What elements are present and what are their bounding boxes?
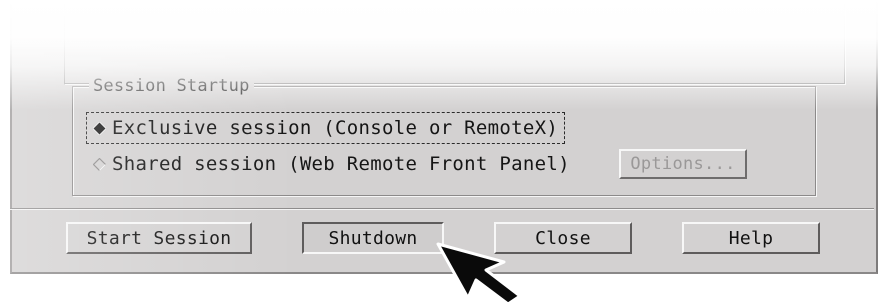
shutdown-button[interactable]: Shutdown xyxy=(302,222,444,254)
start-session-button[interactable]: Start Session xyxy=(66,222,252,254)
shared-session-radio[interactable]: Shared session (Web Remote Front Panel) xyxy=(87,149,570,179)
arrow-cursor-icon xyxy=(436,242,522,304)
session-startup-title: Session Startup xyxy=(89,76,254,96)
exclusive-session-radio[interactable]: Exclusive session (Console or RemoteX) xyxy=(85,112,566,144)
exclusive-session-label: Exclusive session (Console or RemoteX) xyxy=(112,117,559,139)
unselected-radio-icon xyxy=(93,157,106,171)
selected-radio-icon xyxy=(93,121,106,135)
upper-frame xyxy=(64,0,846,85)
button-separator xyxy=(10,208,874,210)
help-button[interactable]: Help xyxy=(682,222,820,254)
screenshot-stage: Session Startup Exclusive session (Conso… xyxy=(0,0,878,304)
session-startup-group: Session Startup Exclusive session (Conso… xyxy=(72,76,816,196)
options-button[interactable]: Options... xyxy=(619,149,747,179)
shared-session-label: Shared session (Web Remote Front Panel) xyxy=(112,153,570,175)
